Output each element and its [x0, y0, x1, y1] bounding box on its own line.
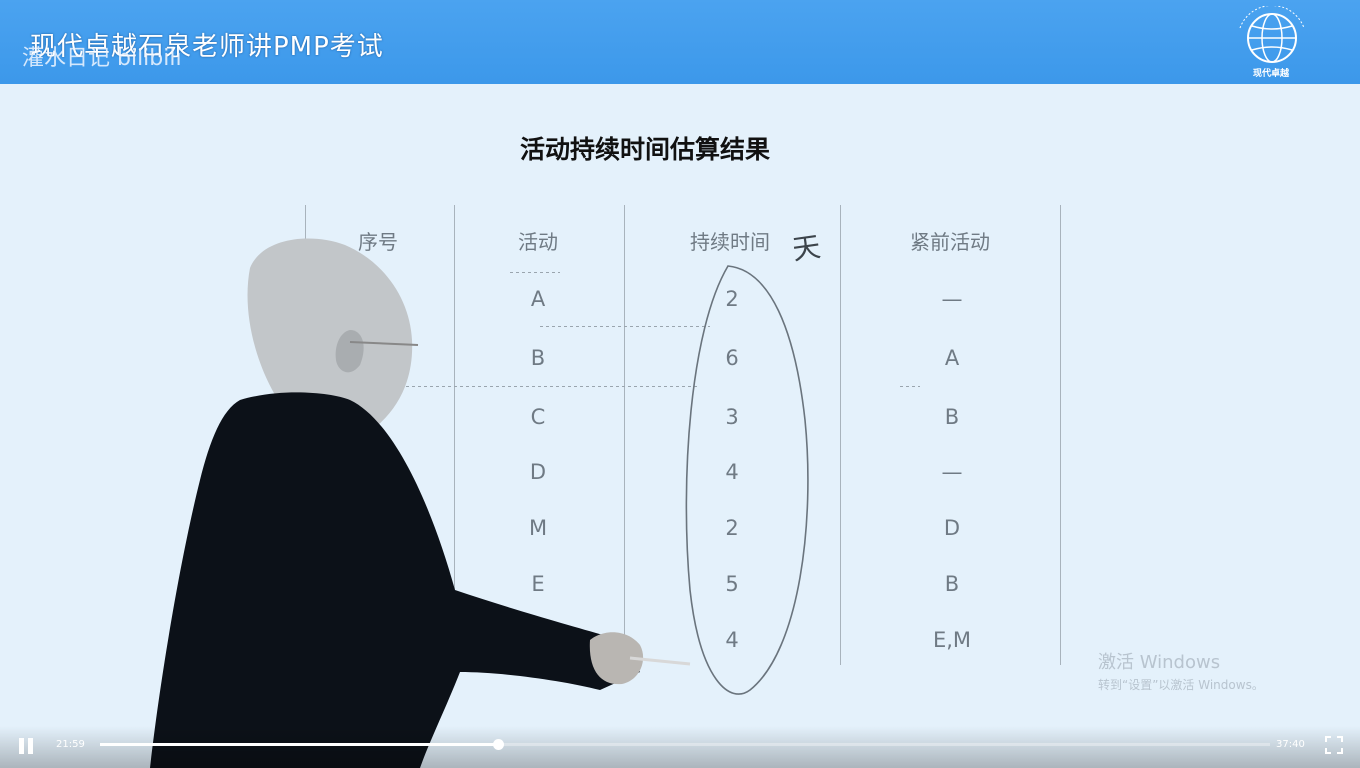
- fullscreen-icon[interactable]: [1324, 735, 1344, 755]
- progress-bar[interactable]: [100, 739, 1270, 750]
- windows-activation-subtitle: 转到“设置”以激活 Windows。: [1098, 678, 1264, 692]
- progress-fill: [100, 743, 498, 746]
- video-frame: 现代卓越石泉老师讲PMP考试 灌水日记 bilibili 现代卓越 活动持续时间…: [0, 0, 1360, 768]
- current-time: 21:59: [56, 739, 85, 750]
- windows-activation-title: 激活 Windows: [1098, 652, 1221, 673]
- player-controls: 21:59 37:40: [0, 726, 1360, 768]
- total-time: 37:40: [1276, 739, 1305, 750]
- progress-handle[interactable]: [492, 739, 504, 750]
- pause-icon[interactable]: [16, 736, 38, 758]
